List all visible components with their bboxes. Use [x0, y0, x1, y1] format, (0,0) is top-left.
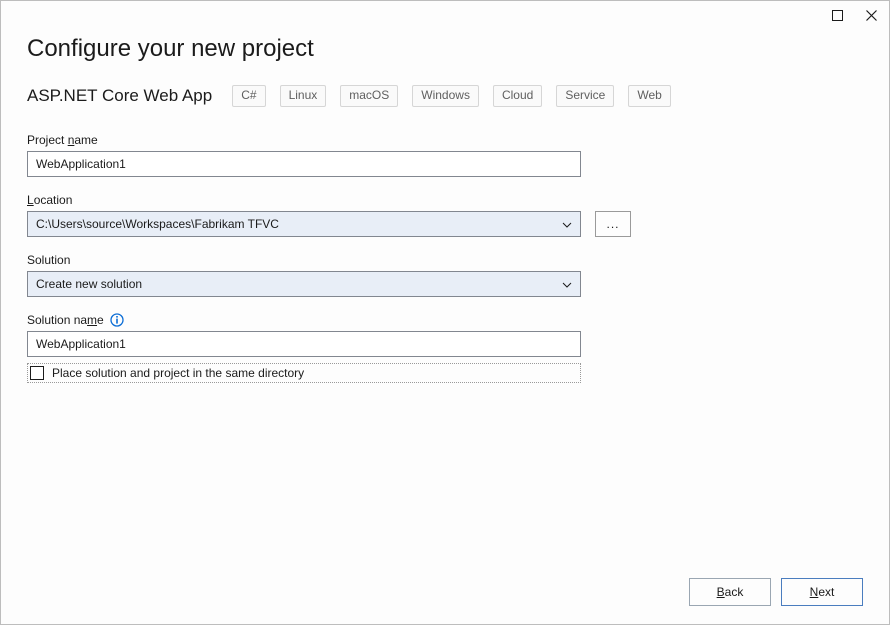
- back-button[interactable]: Back: [689, 578, 771, 606]
- tag: Linux: [280, 85, 327, 107]
- content-area: Configure your new project ASP.NET Core …: [1, 31, 889, 624]
- solution-group: Solution Create new solution: [27, 253, 863, 297]
- same-directory-checkbox-row[interactable]: Place solution and project in the same d…: [27, 363, 581, 383]
- same-directory-checkbox[interactable]: [30, 366, 44, 380]
- titlebar: [1, 1, 889, 31]
- info-icon[interactable]: [110, 313, 124, 327]
- solution-label: Solution: [27, 253, 863, 267]
- solution-value: Create new solution: [36, 277, 142, 291]
- tag: Windows: [412, 85, 479, 107]
- template-name: ASP.NET Core Web App: [27, 86, 212, 106]
- solution-name-group: Solution name Place solution and project…: [27, 313, 863, 383]
- project-name-input[interactable]: [27, 151, 581, 177]
- project-name-group: Project name: [27, 133, 863, 177]
- tag: C#: [232, 85, 265, 107]
- tag: macOS: [340, 85, 398, 107]
- browse-button[interactable]: ...: [595, 211, 631, 237]
- same-directory-label: Place solution and project in the same d…: [52, 366, 304, 380]
- dialog-window: Configure your new project ASP.NET Core …: [0, 0, 890, 625]
- location-combobox[interactable]: C:\Users\source\Workspaces\Fabrikam TFVC: [27, 211, 581, 237]
- solution-name-label: Solution name: [27, 313, 863, 327]
- solution-combobox[interactable]: Create new solution: [27, 271, 581, 297]
- chevron-down-icon: [562, 219, 572, 229]
- location-group: Location C:\Users\source\Workspaces\Fabr…: [27, 193, 863, 237]
- footer-buttons: Back Next: [689, 578, 863, 606]
- page-title: Configure your new project: [27, 35, 863, 63]
- solution-name-input[interactable]: [27, 331, 581, 357]
- tag: Service: [556, 85, 614, 107]
- template-header: ASP.NET Core Web App C# Linux macOS Wind…: [27, 85, 863, 107]
- close-icon[interactable]: [863, 7, 879, 23]
- tag: Cloud: [493, 85, 542, 107]
- next-button[interactable]: Next: [781, 578, 863, 606]
- location-value: C:\Users\source\Workspaces\Fabrikam TFVC: [36, 217, 279, 231]
- project-name-label: Project name: [27, 133, 863, 147]
- chevron-down-icon: [562, 279, 572, 289]
- location-label: Location: [27, 193, 863, 207]
- maximize-icon[interactable]: [829, 7, 845, 23]
- tag: Web: [628, 85, 670, 107]
